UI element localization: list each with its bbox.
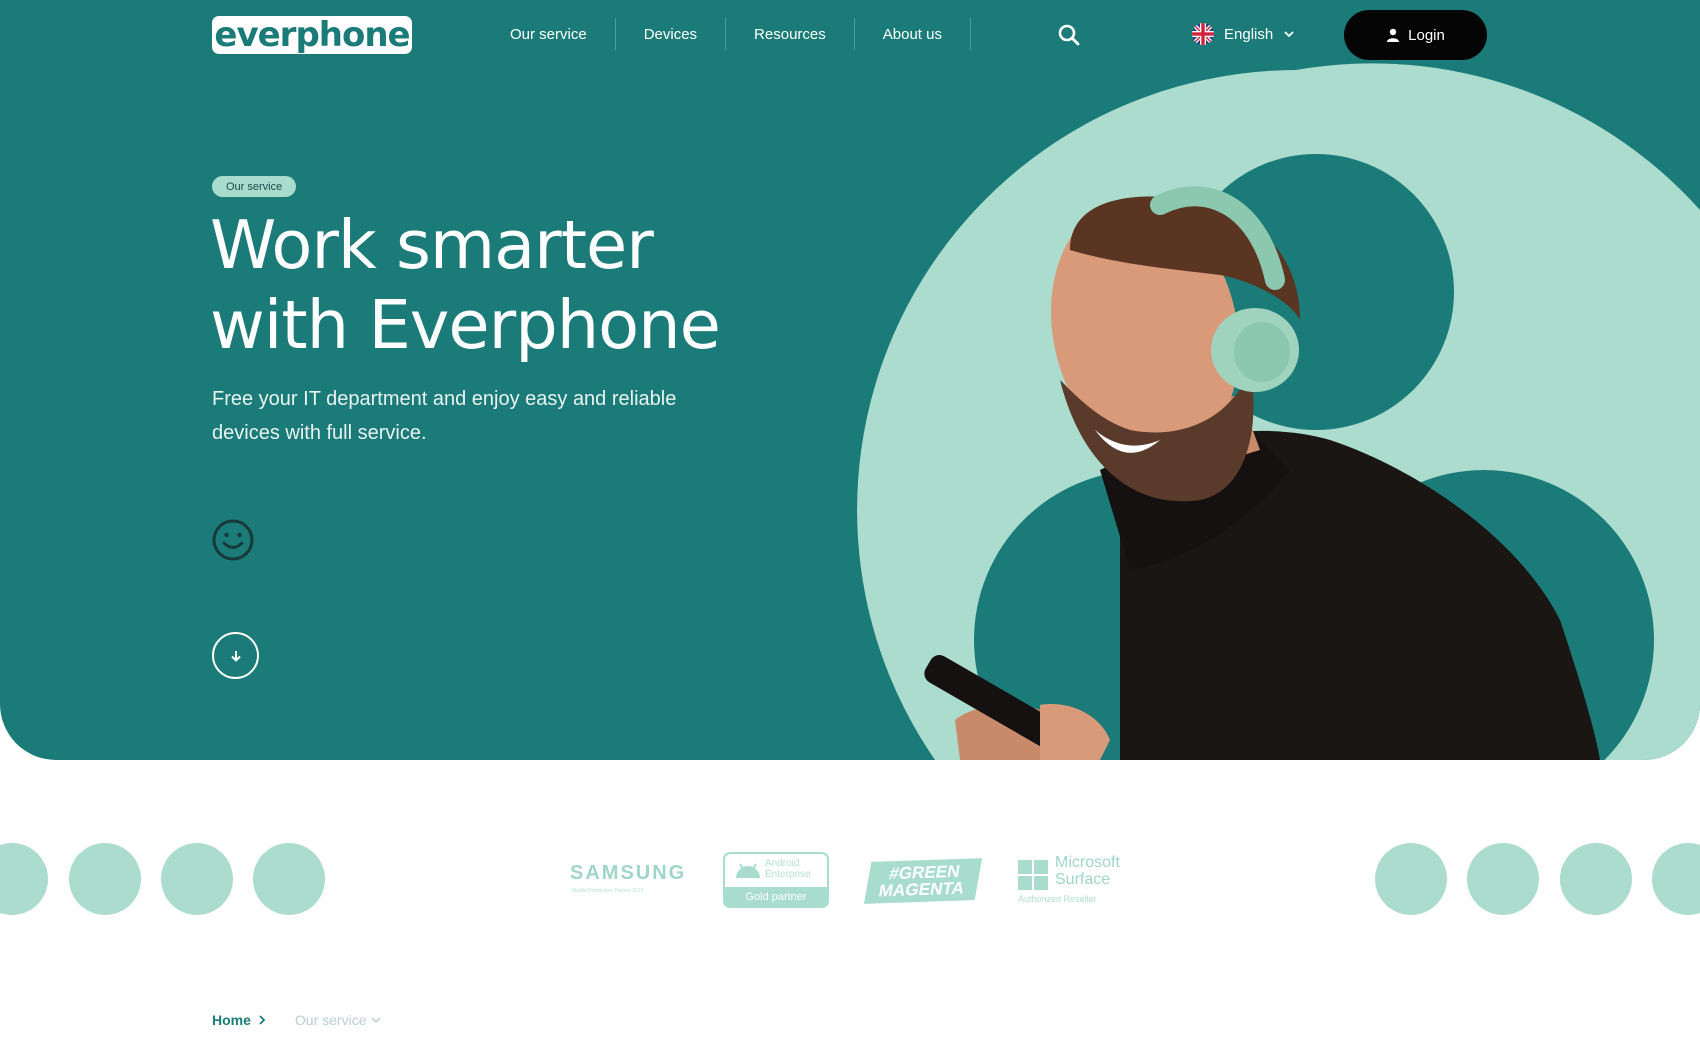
search-button[interactable]: [1056, 22, 1082, 48]
subtitle-line-1: Free your IT department and enjoy easy a…: [212, 388, 677, 410]
nav-item-resources[interactable]: Resources: [726, 18, 855, 50]
decorative-dot: [1467, 843, 1539, 915]
microsoft-line-2: Surface: [1055, 871, 1111, 888]
decorative-dot: [1375, 843, 1447, 915]
partner-logos: SAMSUNG Mobile Distribution Partner 2019…: [570, 850, 1130, 910]
language-selector[interactable]: English: [1192, 20, 1295, 48]
microsoft-line-1: Microsoft: [1055, 854, 1120, 871]
language-label: English: [1224, 25, 1274, 43]
headline-line-2: with Everphone: [210, 286, 721, 364]
subtitle-line-2: devices with full service.: [212, 422, 427, 444]
main-nav: Our service Devices Resources About us: [480, 18, 971, 50]
greenmagenta-line-2: MAGENTA: [877, 878, 966, 901]
android-enterprise-text: Android Enterprise: [765, 858, 811, 880]
scroll-down-button[interactable]: [212, 632, 259, 679]
hero-headline: Work smarter with Everphone: [210, 205, 830, 365]
decorative-dot: [0, 843, 48, 915]
decorative-dots-right: [1370, 843, 1700, 915]
search-icon: [1058, 24, 1080, 46]
chevron-down-icon: [371, 1017, 382, 1024]
decorative-dot: [69, 843, 141, 915]
microsoft-surface-text: Microsoft Surface: [1055, 854, 1120, 888]
breadcrumb-home-link[interactable]: Home: [212, 1012, 251, 1028]
everphone-logo[interactable]: everphone: [212, 15, 412, 55]
user-icon: [1387, 28, 1400, 42]
samsung-subtitle: Mobile Distribution Partner 2019: [572, 888, 644, 894]
smiley-icon: [212, 519, 254, 561]
decorative-dot: [1560, 843, 1632, 915]
breadcrumb-current[interactable]: Our service: [295, 1012, 367, 1028]
hero-section: everphone Our service Devices Resources …: [0, 0, 1700, 760]
green-magenta-logo: #GREEN MAGENTA: [863, 858, 983, 904]
decorative-dot: [161, 843, 233, 915]
microsoft-subtitle: Authorized Reseller: [1018, 894, 1097, 904]
android-line-1: Android: [765, 858, 800, 869]
login-label: Login: [1408, 26, 1445, 44]
samsung-logo: SAMSUNG: [570, 862, 687, 884]
nav-item-our-service[interactable]: Our service: [480, 18, 616, 50]
nav-item-devices[interactable]: Devices: [616, 18, 727, 50]
decorative-dot: [253, 843, 325, 915]
gold-partner-label: Gold partner: [725, 887, 827, 906]
android-enterprise-badge: Android Enterprise Gold partner: [723, 852, 829, 908]
android-line-2: Enterprise: [765, 869, 811, 880]
microsoft-icon: [1018, 860, 1048, 890]
decorative-dot: [1652, 843, 1700, 915]
hero-subtitle: Free your IT department and enjoy easy a…: [212, 382, 712, 450]
decorative-dots-left: [0, 843, 330, 915]
nav-item-about-us[interactable]: About us: [855, 18, 971, 50]
arrow-down-icon: [230, 650, 241, 662]
chevron-down-icon: [1284, 31, 1294, 38]
headline-line-1: Work smarter: [210, 206, 654, 284]
chevron-right-icon: [259, 1015, 266, 1025]
android-icon: [736, 863, 760, 878]
login-button[interactable]: Login: [1344, 10, 1487, 60]
uk-flag-icon: [1192, 23, 1214, 45]
breadcrumb: Home Our service: [212, 1010, 382, 1030]
section-tag: Our service: [212, 176, 297, 197]
